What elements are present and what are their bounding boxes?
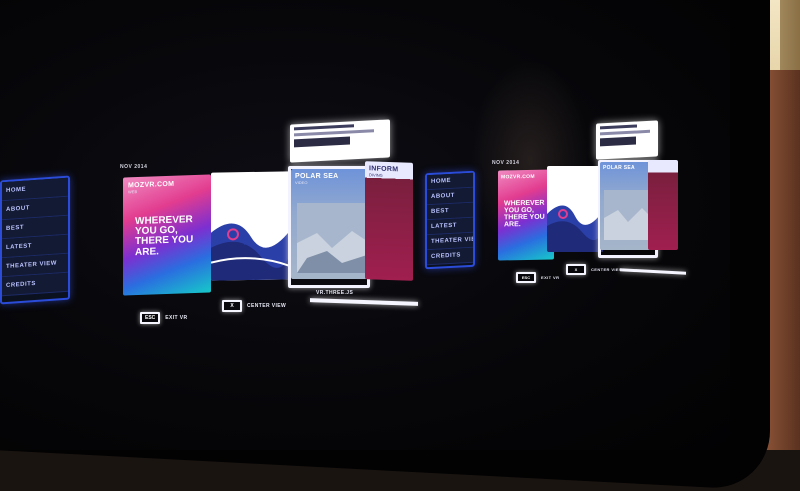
- card-subtitle: VIDEO: [295, 180, 308, 185]
- polar-sea-photo: [604, 190, 650, 240]
- hint-exit-vr: ESC EXIT VR: [140, 312, 188, 324]
- card-info-popup: [596, 120, 658, 160]
- coaster-illustration: [211, 223, 291, 281]
- side-menu: HOME ABOUT BEST LATEST THEATER VIEW CRED…: [0, 175, 70, 305]
- card-title: POLAR SEA: [295, 173, 339, 180]
- card-polar-sea[interactable]: POLAR SEA VIDEO: [291, 169, 367, 279]
- hint-label: EXIT VR: [165, 315, 188, 321]
- card-slogan: WHEREVER YOU GO, THERE YOU ARE.: [135, 214, 194, 258]
- hint-exit-vr: ESC EXIT VR: [516, 272, 559, 283]
- coaster-illustration: [547, 205, 603, 252]
- menu-item-credits[interactable]: CREDITS: [2, 272, 68, 297]
- card-mozvr[interactable]: MOZVR.COM WHEREVER YOU GO, THERE YOU ARE…: [498, 169, 554, 261]
- selected-caption: VR.THREE.JS: [316, 290, 354, 296]
- selected-underline: [310, 298, 418, 306]
- card-rollercoaster[interactable]: [547, 166, 603, 252]
- key-x[interactable]: X: [566, 264, 586, 275]
- card-slogan: WHEREVER YOU GO, THERE YOU ARE.: [504, 199, 545, 229]
- key-esc[interactable]: ESC: [140, 312, 161, 324]
- left-eye-view: HOME ABOUT BEST LATEST THEATER VIEW CRED…: [0, 0, 480, 450]
- polar-sea-photo: [297, 203, 367, 273]
- key-esc[interactable]: ESC: [516, 272, 536, 283]
- popup-title-line: [600, 124, 638, 130]
- card-title: POLAR SEA: [603, 165, 635, 171]
- hint-label: CENTER VIEW: [591, 267, 624, 272]
- card-inform[interactable]: INFORM DIVING: [365, 161, 413, 281]
- card-mozvr[interactable]: MOZVR.COM WEB WHEREVER YOU GO, THERE YOU…: [123, 174, 211, 296]
- popup-action-button[interactable]: [294, 136, 350, 148]
- menu-item-credits[interactable]: CREDITS: [427, 247, 473, 266]
- hint-center-view: X CENTER VIEW: [566, 264, 623, 275]
- card-inform[interactable]: [648, 160, 678, 250]
- selected-underline: [620, 268, 686, 275]
- popup-text-line: [600, 129, 650, 136]
- card-polar-sea[interactable]: POLAR SEA: [600, 162, 652, 250]
- laptop-screen: HOME ABOUT BEST LATEST THEATER VIEW CRED…: [0, 0, 730, 450]
- popup-action-button[interactable]: [600, 136, 636, 147]
- key-x[interactable]: X: [222, 300, 242, 312]
- month-label: NOV 2014: [120, 164, 148, 170]
- card-info-popup: [290, 119, 390, 163]
- hint-center-view: X CENTER VIEW: [222, 300, 286, 312]
- card-rollercoaster[interactable]: [211, 171, 291, 281]
- month-label: NOV 2014: [492, 160, 520, 166]
- popup-text-line: [294, 129, 374, 137]
- side-menu: HOME ABOUT BEST LATEST THEATER VIEW CRED…: [425, 170, 475, 270]
- right-eye-view: HOME ABOUT BEST LATEST THEATER VIEW CRED…: [420, 0, 720, 450]
- hint-label: EXIT VR: [541, 275, 560, 280]
- hint-label: CENTER VIEW: [247, 303, 287, 309]
- card-subtitle: DIVING: [369, 172, 383, 178]
- popup-title-line: [294, 124, 354, 131]
